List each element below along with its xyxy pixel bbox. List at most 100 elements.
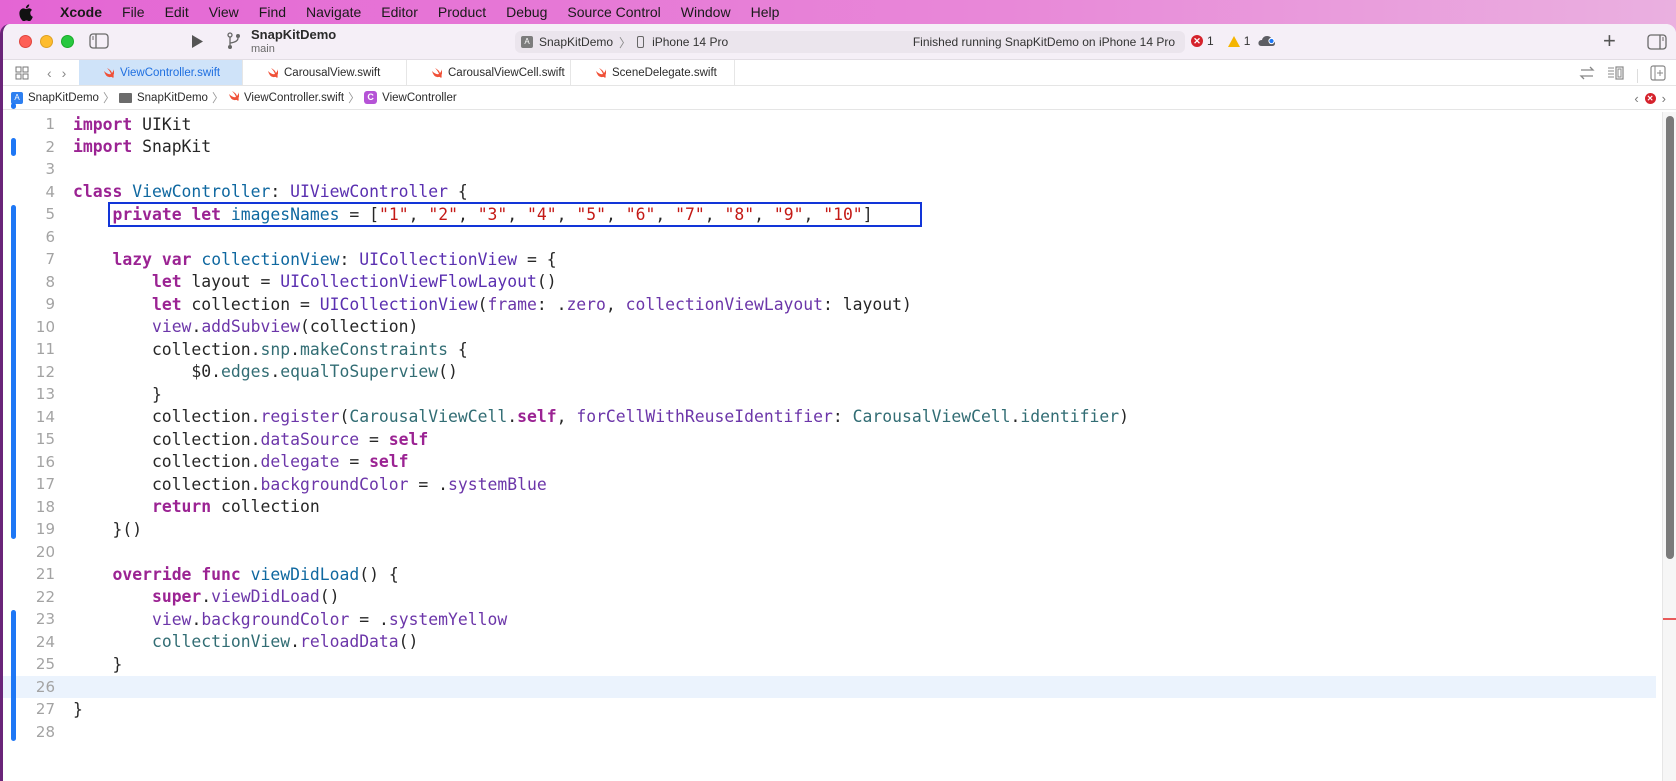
menu-view[interactable]: View <box>199 0 249 24</box>
apple-menu-icon[interactable] <box>18 3 36 21</box>
menu-find[interactable]: Find <box>249 0 296 24</box>
tab-viewcontroller-swift[interactable]: ViewController.swift <box>79 60 243 85</box>
menu-source-control[interactable]: Source Control <box>557 0 670 24</box>
code-line[interactable]: 20 <box>3 541 1656 564</box>
code-line[interactable]: 6 <box>3 226 1656 249</box>
code-line[interactable]: 27} <box>3 698 1656 721</box>
editor-tab-bar: ‹ › ViewController.swift CarousalView.sw… <box>3 60 1676 86</box>
code-line[interactable]: 21 override func viewDidLoad() { <box>3 563 1656 586</box>
source-change-indicator[interactable] <box>11 103 16 109</box>
source-change-indicator[interactable] <box>11 610 16 741</box>
code-line[interactable]: 23 view.backgroundColor = .systemYellow <box>3 608 1656 631</box>
breadcrumb-file[interactable]: ViewController.swift <box>228 91 344 104</box>
code-line[interactable]: 1 import UIKit <box>3 113 1656 136</box>
code-line[interactable]: 2 import SnapKit <box>3 136 1656 159</box>
swift-file-icon <box>267 67 278 78</box>
menu-product[interactable]: Product <box>428 0 496 24</box>
chevron-right-icon: 〉 <box>619 35 632 50</box>
run-destination-target[interactable]: SnapKitDemo <box>539 35 613 49</box>
menu-window[interactable]: Window <box>671 0 741 24</box>
code-text: import SnapKit <box>73 137 212 157</box>
inspector-toggle-icon[interactable] <box>1647 34 1667 50</box>
line-number: 19 <box>35 520 55 539</box>
code-line[interactable]: 26 <box>3 675 1656 698</box>
code-line[interactable]: 22 super.viewDidLoad() <box>3 586 1656 609</box>
tab-label: CarousalView.swift <box>284 66 381 79</box>
activity-view: A SnapKitDemo 〉 iPhone 14 Pro Finished r… <box>515 31 1185 53</box>
line-number: 26 <box>35 677 55 696</box>
menu-help[interactable]: Help <box>741 0 790 24</box>
back-chevron-icon[interactable]: ‹ <box>47 65 52 81</box>
code-line[interactable]: 10 view.addSubview(collection) <box>3 316 1656 339</box>
next-issue-icon[interactable]: › <box>1662 91 1666 106</box>
menu-editor[interactable]: Editor <box>371 0 428 24</box>
class-icon: C <box>364 91 378 104</box>
issue-badges[interactable]: ✕ 1 1 <box>1191 34 1250 48</box>
line-number: 4 <box>45 182 55 201</box>
add-editor-icon[interactable] <box>1650 65 1666 86</box>
cloud-status-icon[interactable] <box>1258 35 1276 47</box>
scrollbar-thumb[interactable] <box>1666 116 1674 559</box>
code-line[interactable]: 11 collection.snp.makeConstraints { <box>3 338 1656 361</box>
line-number: 2 <box>45 137 55 156</box>
activity-status: Finished running SnapKitDemo on iPhone 1… <box>912 35 1175 49</box>
forward-chevron-icon[interactable]: › <box>62 65 67 81</box>
menu-app-name[interactable]: Xcode <box>50 0 112 24</box>
code-line[interactable]: 17 collection.backgroundColor = .systemB… <box>3 473 1656 496</box>
chevron-right-icon: 〉 <box>102 91 115 105</box>
vertical-scrollbar[interactable] <box>1662 112 1676 781</box>
code-line[interactable]: 8 let layout = UICollectionViewFlowLayou… <box>3 271 1656 294</box>
code-line[interactable]: 14 collection.register(CarousalViewCell.… <box>3 406 1656 429</box>
breadcrumb-group[interactable]: SnapKitDemo <box>118 92 208 104</box>
source-editor[interactable]: 1 import UIKit 2 import SnapKit 3 4 class View… <box>3 103 1676 781</box>
code-text: class ViewController: UIViewController { <box>73 182 468 202</box>
line-number: 16 <box>35 452 55 471</box>
code-line[interactable]: 19 }() <box>3 518 1656 541</box>
code-line[interactable]: 13 } <box>3 383 1656 406</box>
line-number: 22 <box>35 587 55 606</box>
swap-arrows-icon[interactable] <box>1579 66 1595 85</box>
minimize-window-button[interactable] <box>40 35 53 48</box>
divider <box>1637 68 1638 83</box>
code-line[interactable]: 4 class ViewController: UIViewController … <box>3 181 1656 204</box>
scheme-selector[interactable]: SnapKitDemo main <box>251 28 336 55</box>
tab-scenedelegate-swift[interactable]: SceneDelegate.swift <box>571 60 735 85</box>
menu-edit[interactable]: Edit <box>155 0 199 24</box>
tab-carousalviewcell-swift[interactable]: CarousalViewCell.swift <box>407 60 571 85</box>
code-line[interactable]: 15 collection.dataSource = self <box>3 428 1656 451</box>
breadcrumb-project[interactable]: A SnapKitDemo <box>11 91 99 104</box>
breadcrumb-symbol[interactable]: C ViewController <box>364 91 457 104</box>
code-line[interactable]: 16 collection.delegate = self <box>3 451 1656 474</box>
code-line[interactable]: 28 <box>3 721 1656 744</box>
error-icon[interactable]: ✕ <box>1644 93 1656 104</box>
navigator-toggle-icon[interactable] <box>89 33 109 49</box>
menu-debug[interactable]: Debug <box>496 0 557 24</box>
previous-issue-icon[interactable]: ‹ <box>1634 91 1638 106</box>
line-number: 14 <box>35 407 55 426</box>
editor-options-icon[interactable] <box>1607 66 1625 85</box>
run-destination-device[interactable]: iPhone 14 Pro <box>652 35 728 49</box>
add-button[interactable]: + <box>1603 30 1616 52</box>
related-items-grid-icon[interactable] <box>3 60 41 85</box>
menu-file[interactable]: File <box>112 0 155 24</box>
code-text: } <box>73 699 83 719</box>
close-window-button[interactable] <box>19 35 32 48</box>
code-line[interactable]: 25 } <box>3 653 1656 676</box>
run-icon[interactable] <box>191 34 204 49</box>
line-number: 1 <box>45 115 55 134</box>
code-line[interactable]: 18 return collection <box>3 496 1656 519</box>
code-line[interactable]: 12 $0.edges.equalToSuperview() <box>3 361 1656 384</box>
code-line[interactable]: 24 collectionView.reloadData() <box>3 631 1656 654</box>
swift-file-icon <box>228 91 240 104</box>
source-change-indicator[interactable] <box>11 205 16 539</box>
line-number: 25 <box>35 655 55 674</box>
menu-navigate[interactable]: Navigate <box>296 0 371 24</box>
code-line[interactable]: 3 <box>3 158 1656 181</box>
code-text: } <box>73 654 123 674</box>
tab-carousalview-swift[interactable]: CarousalView.swift <box>243 60 407 85</box>
code-line[interactable]: 7 lazy var collectionView: UICollectionV… <box>3 248 1656 271</box>
zoom-window-button[interactable] <box>61 35 74 48</box>
line-number: 5 <box>45 205 55 224</box>
code-line[interactable]: 9 let collection = UICollectionView(fram… <box>3 293 1656 316</box>
source-change-indicator[interactable] <box>11 137 16 156</box>
